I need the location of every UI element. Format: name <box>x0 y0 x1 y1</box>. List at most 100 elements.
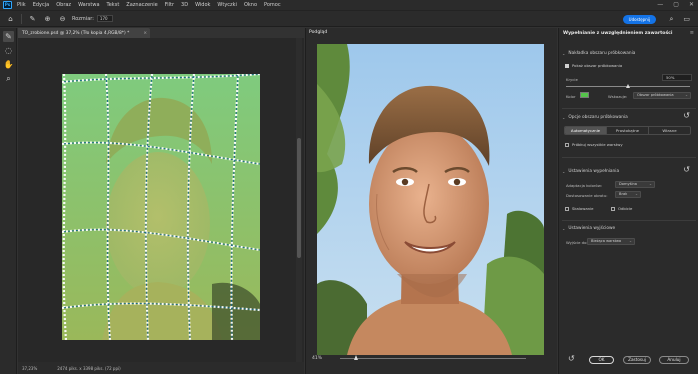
separator <box>21 13 22 24</box>
sampling-options-header[interactable]: ⌄ Opcje obszaru próbkowania <box>562 115 628 120</box>
menu-tekst[interactable]: Tekst <box>107 2 120 8</box>
mirror-label: Odbicie <box>618 206 633 211</box>
add-circle-icon[interactable]: ⊕ <box>43 14 52 23</box>
mode-custom-button[interactable]: Własne <box>649 127 690 134</box>
preview-zoom-bar: 41% <box>306 351 558 365</box>
scale-checkbox[interactable] <box>565 207 569 211</box>
sampling-brush-icon[interactable]: ✎ <box>3 31 14 42</box>
chevron-down-icon: ⌄ <box>634 192 638 196</box>
fill-settings-title: Ustawienia wypełniania <box>568 169 620 174</box>
menu-plik[interactable]: Plik <box>17 2 26 8</box>
overlay-color-swatch[interactable] <box>580 92 589 98</box>
reset-fill-icon[interactable]: ↺ <box>683 165 690 174</box>
opacity-slider-knob[interactable] <box>625 84 630 88</box>
preview-zoom-value[interactable]: 41% <box>312 356 322 361</box>
menu-edycja[interactable]: Edycja <box>33 2 50 8</box>
sample-all-layers-checkbox[interactable] <box>565 143 569 147</box>
sampling-mode-segmented: Automatycznie Prostokątne Własne <box>564 126 691 135</box>
mode-auto-button[interactable]: Automatycznie <box>565 127 607 134</box>
color-label: Kolor <box>566 94 576 99</box>
scale-label: Skalowanie <box>572 206 594 211</box>
photoshop-logo: Ps <box>3 1 12 9</box>
canvas-scrollbar[interactable] <box>296 38 302 362</box>
output-settings-header[interactable]: ⌄ Ustawienia wyjściowe <box>562 226 615 231</box>
document-tab[interactable]: TO_zrobione.psd @ 37,2% (Tło kopia 4,RGB… <box>18 28 150 38</box>
chevron-down-icon: ⌄ <box>562 115 566 120</box>
menu-3d[interactable]: 3D <box>181 2 188 8</box>
menu-pomoc[interactable]: Pomoc <box>264 2 281 8</box>
chevron-down-icon: ⌄ <box>684 93 688 97</box>
ok-button[interactable]: OK <box>589 356 614 364</box>
sampling-overlay-header[interactable]: ⌄ Nakładka obszaru próbkowania <box>562 51 635 56</box>
maximize-icon[interactable]: ▢ <box>673 1 679 8</box>
color-adaptation-value: Domyślna <box>619 182 637 186</box>
menu-warstwa[interactable]: Warstwa <box>78 2 99 8</box>
home-icon[interactable]: ⌂ <box>6 14 15 23</box>
dialog-buttons: ↺ OK Zastosuj Anuluj <box>559 354 698 367</box>
preview-panel: Podgląd 41% <box>305 28 557 374</box>
chevron-down-icon: ⌄ <box>562 226 566 231</box>
sample-all-layers-label: Próbkuj wszystkie warstwy <box>572 142 623 147</box>
search-icon[interactable]: ⌕ <box>669 15 673 24</box>
tools-panel: ✎ ◌ ✋ ⌕ <box>0 28 17 374</box>
output-to-value: Bieżąca warstwa <box>591 239 622 243</box>
close-tab-icon[interactable]: × <box>143 31 147 36</box>
cancel-button[interactable]: Anuluj <box>659 356 689 364</box>
menu-filtr[interactable]: Filtr <box>165 2 174 8</box>
rotation-value: Brak <box>619 192 628 196</box>
show-sampling-checkbox[interactable] <box>565 64 569 68</box>
color-adaptation-dropdown[interactable]: Domyślna ⌄ <box>615 181 655 188</box>
preview-photo <box>317 44 544 355</box>
panel-menu-icon[interactable]: ≡ <box>690 30 694 36</box>
apply-button[interactable]: Zastosuj <box>623 356 651 364</box>
menu-wtyczki[interactable]: Wtyczki <box>217 2 237 8</box>
canvas-area[interactable] <box>18 38 304 362</box>
menu-okno[interactable]: Okno <box>244 2 257 8</box>
zoom-icon[interactable]: ⌕ <box>3 73 14 84</box>
status-bar: 37,23% 2474 piks. x 3398 piks. (72 ppi) <box>18 362 304 374</box>
opacity-label: Krycie <box>566 77 578 82</box>
minimize-icon[interactable]: — <box>657 1 663 8</box>
rotation-label: Dostosowanie obrotu: <box>566 193 608 198</box>
reset-all-icon[interactable]: ↺ <box>568 354 575 363</box>
reset-sampling-icon[interactable]: ↺ <box>683 111 690 120</box>
output-settings-title: Ustawienia wyjściowe <box>568 226 616 231</box>
divider <box>562 108 696 109</box>
size-input[interactable]: 170 <box>96 15 113 22</box>
size-label: Rozmiar: <box>72 15 94 22</box>
photo-with-sampling-overlay <box>62 74 260 340</box>
preview-zoom-knob[interactable] <box>354 355 359 360</box>
panel-title: Wypełnianie z uwzględnieniem zawartości <box>563 31 673 36</box>
fill-settings-header[interactable]: ⌄ Ustawienia wypełniania <box>562 169 619 174</box>
share-button[interactable]: Udostępnij <box>622 15 656 24</box>
close-icon[interactable]: ✕ <box>689 1 694 8</box>
content-aware-fill-panel: Wypełnianie z uwzględnieniem zawartości … <box>558 28 698 374</box>
subtract-circle-icon[interactable]: ⊖ <box>58 14 67 23</box>
divider <box>562 220 696 221</box>
output-to-dropdown[interactable]: Bieżąca warstwa ⌄ <box>587 238 635 245</box>
chevron-down-icon: ⌄ <box>648 182 652 186</box>
lasso-icon[interactable]: ◌ <box>3 45 14 56</box>
workspace-icon[interactable]: ▭ <box>683 15 690 24</box>
options-right: ⌕ ▭ <box>669 15 690 24</box>
opacity-input[interactable]: 50% <box>662 74 692 81</box>
menu-widok[interactable]: Widok <box>195 2 210 8</box>
mode-rectangular-button[interactable]: Prostokątne <box>607 127 649 134</box>
indicates-dropdown[interactable]: Obszar próbkowania ⌄ <box>633 92 691 99</box>
menu-zaznaczenie[interactable]: Zaznaczenie <box>126 2 157 8</box>
color-adaptation-label: Adaptacja kolorów: <box>566 183 602 188</box>
document-image[interactable] <box>62 74 260 340</box>
rotation-dropdown[interactable]: Brak ⌄ <box>615 191 641 198</box>
status-zoom[interactable]: 37,23% <box>22 366 37 371</box>
output-to-label: Wyjście do: <box>566 240 588 245</box>
divider <box>562 157 696 158</box>
menu-obraz[interactable]: Obraz <box>56 2 71 8</box>
brush-tool-icon[interactable]: ✎ <box>28 14 37 23</box>
document-tab-title: TO_zrobione.psd @ 37,2% (Tło kopia 4,RGB… <box>22 30 130 36</box>
mirror-checkbox[interactable] <box>611 207 615 211</box>
preview-image[interactable] <box>317 44 544 355</box>
preview-zoom-slider[interactable] <box>340 358 526 359</box>
options-bar: ⌂ ✎ ⊕ ⊖ Rozmiar: 170 Udostępnij ⌕ ▭ <box>0 10 698 27</box>
hand-icon[interactable]: ✋ <box>3 59 14 70</box>
scrollbar-thumb[interactable] <box>297 138 301 258</box>
